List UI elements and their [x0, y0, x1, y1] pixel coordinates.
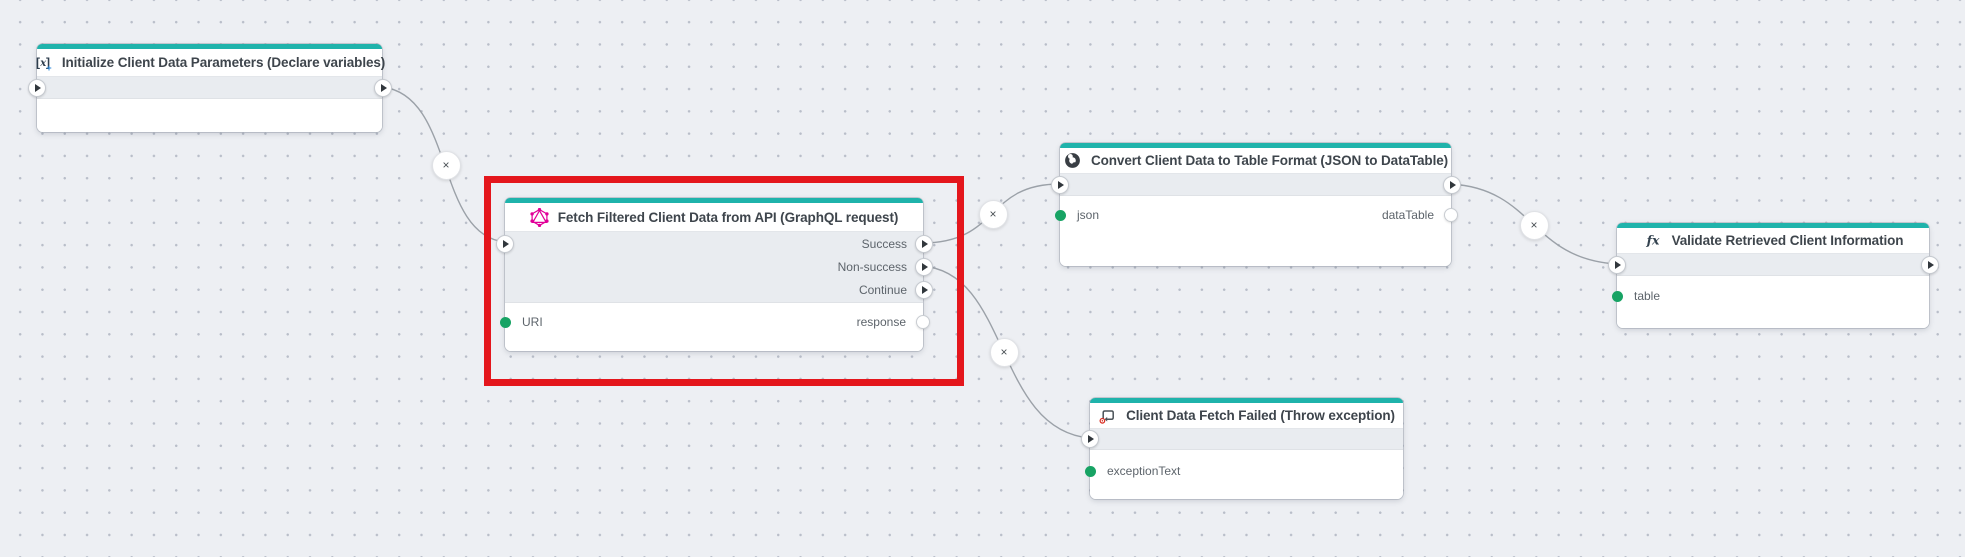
branch-label-success: Success: [862, 237, 907, 251]
branch-out-port-success[interactable]: [915, 235, 933, 253]
input-param-dot[interactable]: [1055, 210, 1066, 221]
output-param-label: response: [857, 315, 906, 329]
input-param-label: URI: [522, 315, 543, 329]
input-param-label: exceptionText: [1107, 464, 1180, 478]
input-param-dot[interactable]: [1085, 466, 1096, 477]
node-title: Client Data Fetch Failed (Throw exceptio…: [1126, 408, 1395, 423]
flow-in-port[interactable]: [1051, 176, 1069, 194]
node-title: Validate Retrieved Client Information: [1672, 233, 1904, 248]
node-title: Fetch Filtered Client Data from API (Gra…: [558, 210, 899, 225]
flow-in-port[interactable]: [28, 79, 46, 97]
graphql-icon: [530, 208, 549, 227]
svg-text:fx: fx: [1645, 233, 1659, 248]
flow-canvas[interactable]: [ x ] + Initialize Client Data Parameter…: [0, 0, 1965, 557]
flow-out-port[interactable]: [374, 79, 392, 97]
fx-icon: fx: [1643, 231, 1663, 250]
throw-exception-icon: [1098, 406, 1117, 425]
output-param-label: dataTable: [1382, 208, 1434, 222]
wire-delete-button[interactable]: ×: [432, 151, 461, 180]
node-convert-to-table[interactable]: Convert Client Data to Table Format (JSO…: [1060, 143, 1451, 266]
flow-in-port[interactable]: [1608, 256, 1626, 274]
output-data-port[interactable]: [1444, 208, 1458, 222]
node-title: Initialize Client Data Parameters (Decla…: [62, 55, 385, 70]
svg-text:+: +: [46, 63, 51, 72]
node-fetch-client-data[interactable]: Fetch Filtered Client Data from API (Gra…: [505, 198, 923, 351]
output-data-port[interactable]: [916, 315, 930, 329]
flow-out-port[interactable]: [1921, 256, 1939, 274]
wire-delete-button[interactable]: ×: [990, 338, 1019, 367]
branch-label-non-success: Non-success: [838, 260, 907, 274]
input-param-label: table: [1634, 289, 1660, 303]
node-title: Convert Client Data to Table Format (JSO…: [1091, 153, 1448, 168]
json-icon: [1063, 151, 1082, 170]
branch-out-port-non-success[interactable]: [915, 258, 933, 276]
input-param-dot[interactable]: [1612, 291, 1623, 302]
branch-out-port-continue[interactable]: [915, 281, 933, 299]
node-validate-client-info[interactable]: fx Validate Retrieved Client Information…: [1617, 223, 1929, 328]
input-param-label: json: [1077, 208, 1099, 222]
branch-label-continue: Continue: [859, 283, 907, 297]
node-initialize-client-data[interactable]: [ x ] + Initialize Client Data Parameter…: [37, 44, 382, 132]
input-param-dot[interactable]: [500, 317, 511, 328]
flow-in-port[interactable]: [1081, 430, 1099, 448]
wire-delete-button[interactable]: ×: [979, 200, 1008, 229]
declare-variables-icon: [ x ] +: [34, 53, 53, 72]
node-throw-exception[interactable]: Client Data Fetch Failed (Throw exceptio…: [1090, 398, 1403, 499]
flow-out-port[interactable]: [1443, 176, 1461, 194]
wire-delete-button[interactable]: ×: [1520, 211, 1549, 240]
